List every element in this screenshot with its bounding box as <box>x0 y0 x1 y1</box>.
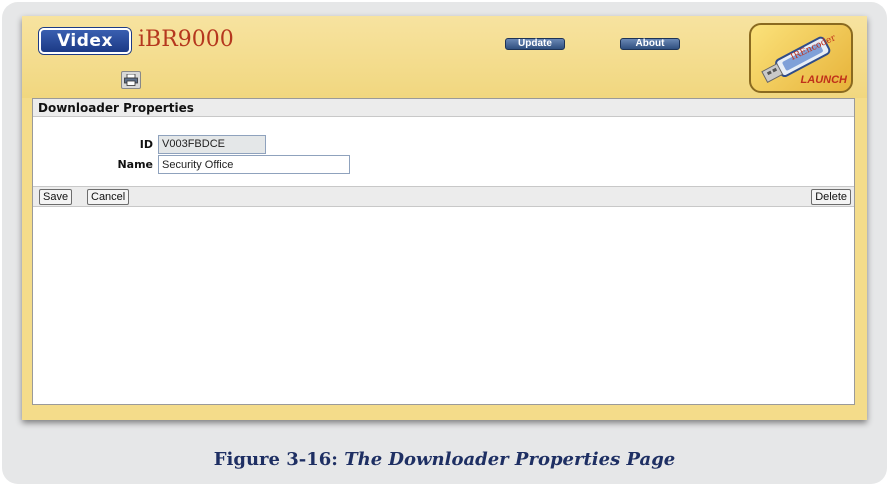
action-toolbar: Save Cancel Delete <box>33 186 854 207</box>
product-logo: iBR9000 <box>138 27 234 52</box>
save-button[interactable]: Save <box>39 189 73 205</box>
caption-number: Figure 3-16: <box>213 449 338 470</box>
section-title: Downloader Properties <box>33 99 854 117</box>
about-button[interactable]: About <box>620 38 680 50</box>
update-button[interactable]: Update <box>505 38 565 50</box>
name-row: Name <box>33 155 433 175</box>
name-label: Name <box>117 158 153 171</box>
launch-label: LAUNCH <box>800 74 847 86</box>
downloader-properties-panel: Downloader Properties ID V003FBDCE Name … <box>32 98 855 405</box>
print-button[interactable] <box>121 71 141 89</box>
id-field: V003FBDCE <box>158 135 266 154</box>
app-header: Videx iBR9000 Update About IREncoder LAU… <box>22 16 867 98</box>
caption-title: The Downloader Properties Page <box>344 449 676 470</box>
printer-icon <box>124 74 138 86</box>
videx-logo: Videx <box>39 28 131 54</box>
name-input[interactable] <box>158 155 350 174</box>
id-row: ID V003FBDCE <box>33 135 433 155</box>
cancel-button[interactable]: Cancel <box>87 189 130 205</box>
figure-caption: Figure 3-16: The Downloader Properties P… <box>0 449 889 470</box>
id-label: ID <box>139 138 153 151</box>
delete-button[interactable]: Delete <box>811 189 851 205</box>
app-window: Videx iBR9000 Update About IREncoder LAU… <box>22 16 867 420</box>
ir-encoder-launch-button[interactable]: IREncoder LAUNCH <box>749 23 853 93</box>
